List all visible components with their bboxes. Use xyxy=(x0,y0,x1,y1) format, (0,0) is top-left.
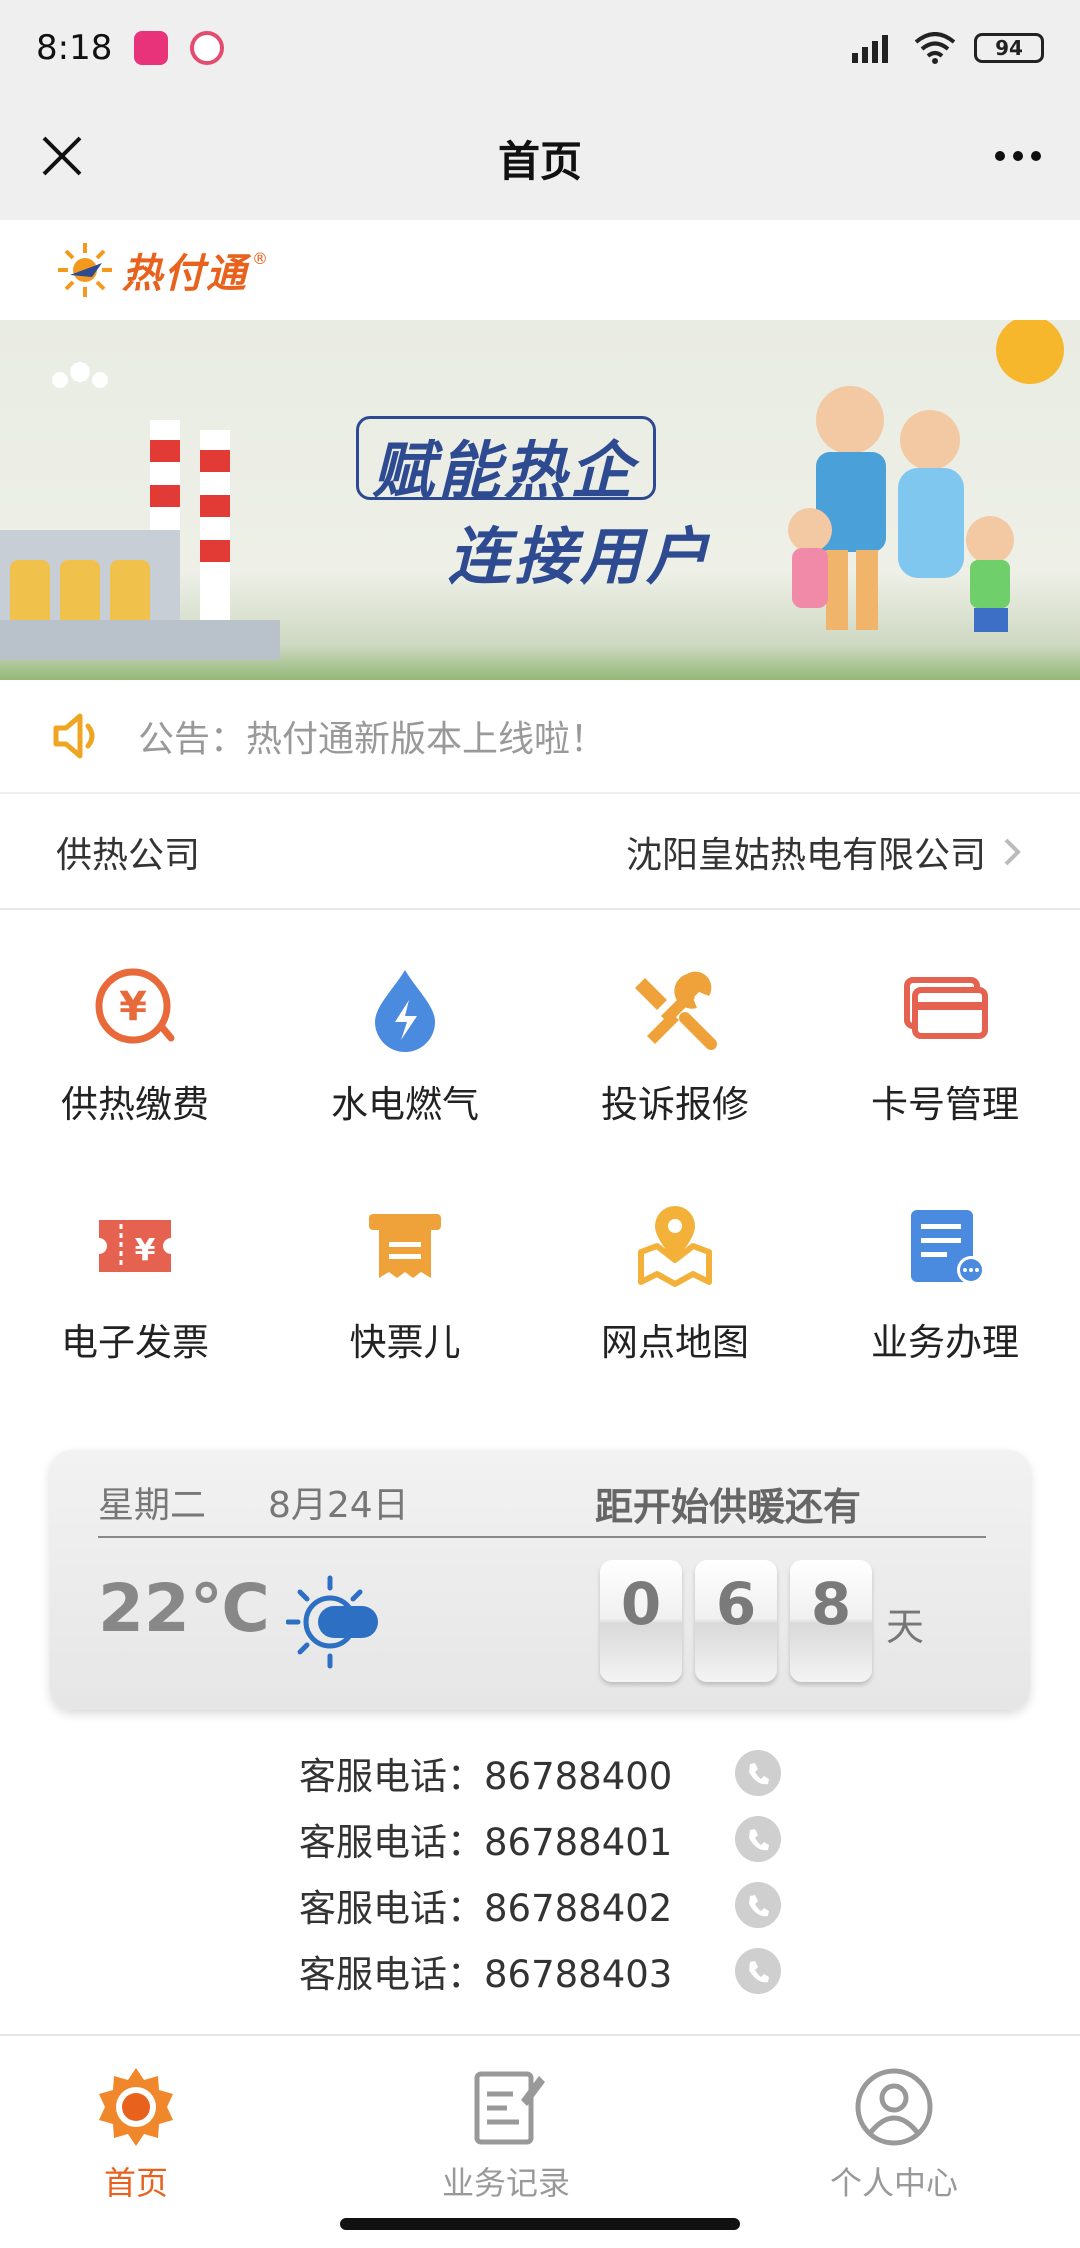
heating-company-row[interactable]: 供热公司 沈阳皇姑热电有限公司 xyxy=(0,796,1080,910)
map-pin-icon xyxy=(638,1206,712,1287)
chevron-right-icon xyxy=(1004,838,1021,866)
logo-text: 热付通 xyxy=(122,251,248,297)
tab-label: 业务记录 xyxy=(441,2164,570,2202)
service-outlet-map[interactable]: 网点地图 xyxy=(540,1198,810,1366)
receipt-printer-icon xyxy=(369,1214,441,1278)
brand-header: 热付通 ® xyxy=(0,220,1080,320)
bottom-tab-bar: 首页 业务记录 个人中心 xyxy=(0,2034,1080,2214)
registered-mark: ® xyxy=(252,248,268,268)
document-icon xyxy=(911,1210,985,1284)
svg-text:¥: ¥ xyxy=(119,984,147,1030)
battery-indicator: 94 xyxy=(974,33,1044,63)
announcement-text: 公告：热付通新版本上线啦！ xyxy=(138,719,607,760)
service-heating-payment[interactable]: ¥ 供热缴费 xyxy=(0,960,270,1128)
service-quick-ticket[interactable]: 快票儿 xyxy=(270,1198,540,1366)
service-label: 业务办理 xyxy=(871,1321,1019,1364)
more-icon[interactable] xyxy=(986,124,1050,188)
banner-slogan-1: 赋能热企 xyxy=(372,434,637,507)
hotline-text: 客服电话：86788401 xyxy=(299,1821,673,1864)
service-label: 供热缴费 xyxy=(61,1083,209,1126)
yuan-icon: ¥ xyxy=(95,968,175,1044)
phone-icon[interactable] xyxy=(735,1948,781,1994)
speaker-icon xyxy=(53,713,95,759)
phone-icon[interactable] xyxy=(735,1750,781,1796)
announcement-bar[interactable]: 公告：热付通新版本上线啦！ xyxy=(0,680,1080,794)
page-title: 首页 xyxy=(497,136,582,186)
service-label: 电子发票 xyxy=(61,1321,209,1364)
phone-icon[interactable] xyxy=(735,1882,781,1928)
home-indicator[interactable] xyxy=(340,2218,740,2230)
ticket-icon: ¥ xyxy=(99,1220,171,1272)
temperature: 22℃ xyxy=(98,1570,270,1647)
hotline-row[interactable]: 客服电话：86788400 xyxy=(0,1740,1080,1806)
tab-label: 首页 xyxy=(103,2164,168,2202)
service-label: 快票儿 xyxy=(349,1321,461,1364)
family-illustration xyxy=(788,320,1064,632)
company-value: 沈阳皇姑热电有限公司 xyxy=(625,835,986,876)
weather-countdown-card: 星期二 8月24日 距开始供暖还有 22℃ 0 6 8 天 xyxy=(50,1450,1030,1710)
tab-profile[interactable]: 个人中心 xyxy=(784,2064,1004,2204)
wifi-icon xyxy=(914,32,956,64)
hotline-row[interactable]: 客服电话：86788402 xyxy=(0,1872,1080,1938)
status-bar: 8:18 94 xyxy=(0,0,1080,96)
countdown-digit-3: 8 xyxy=(790,1560,872,1682)
factory-illustration xyxy=(0,362,280,660)
signal-icon xyxy=(852,35,888,63)
hotline-text: 客服电话：86788400 xyxy=(299,1755,673,1798)
nav-bar: 首页 xyxy=(0,96,1080,220)
promo-banner[interactable]: 赋能热企 连接用户 xyxy=(0,320,1080,680)
drop-lightning-icon xyxy=(375,970,435,1052)
hotline-text: 客服电话：86788402 xyxy=(299,1887,673,1930)
service-label: 水电燃气 xyxy=(331,1083,479,1126)
tab-label: 个人中心 xyxy=(829,2164,958,2202)
svg-text:¥: ¥ xyxy=(135,1233,156,1268)
hotline-text: 客服电话：86788403 xyxy=(299,1953,673,1996)
service-e-invoice[interactable]: ¥ 电子发票 xyxy=(0,1198,270,1366)
service-label: 投诉报修 xyxy=(601,1083,749,1126)
service-business-handling[interactable]: 业务办理 xyxy=(810,1198,1080,1366)
countdown-digit-2: 6 xyxy=(695,1560,777,1682)
company-label: 供热公司 xyxy=(56,835,201,876)
records-icon xyxy=(474,2071,545,2145)
hotline-row[interactable]: 客服电话：86788403 xyxy=(0,1938,1080,2004)
status-indicators: 94 xyxy=(852,32,1044,64)
banner-slogan-2: 连接用户 xyxy=(448,520,713,593)
tools-icon xyxy=(635,971,717,1050)
close-icon[interactable] xyxy=(30,124,94,188)
sun-home-icon xyxy=(99,2068,173,2146)
partly-sunny-icon xyxy=(286,1575,378,1669)
date: 8月24日 xyxy=(268,1485,409,1526)
countdown-digit-1: 0 xyxy=(600,1560,682,1682)
chat-app-icon xyxy=(190,31,225,65)
service-card-management[interactable]: 卡号管理 xyxy=(810,960,1080,1128)
user-icon xyxy=(855,2068,933,2146)
card-icon xyxy=(904,977,988,1039)
weekday: 星期二 xyxy=(98,1485,207,1526)
service-complaint-repair[interactable]: 投诉报修 xyxy=(540,960,810,1128)
status-time: 8:18 xyxy=(36,28,113,68)
service-label: 卡号管理 xyxy=(871,1083,1019,1126)
phone-icon[interactable] xyxy=(735,1816,781,1862)
customer-service-list: 客服电话：86788400 客服电话：86788401 客服电话：8678840… xyxy=(0,1740,1080,2004)
divider xyxy=(98,1536,986,1538)
service-label: 网点地图 xyxy=(601,1321,749,1364)
service-utilities[interactable]: 水电燃气 xyxy=(270,960,540,1128)
tab-records[interactable]: 业务记录 xyxy=(396,2064,616,2204)
shopping-app-icon xyxy=(134,31,169,65)
hotline-row[interactable]: 客服电话：86788401 xyxy=(0,1806,1080,1872)
countdown-label: 距开始供暖还有 xyxy=(595,1485,862,1529)
logo-icon xyxy=(58,243,112,297)
service-grid: ¥ 供热缴费 水电燃气 投诉报修 卡号管理 ¥ 电子发票 快票儿 网点地图 业务… xyxy=(0,960,1080,1366)
tab-home[interactable]: 首页 xyxy=(26,2064,246,2204)
countdown-unit: 天 xyxy=(886,1605,925,1649)
